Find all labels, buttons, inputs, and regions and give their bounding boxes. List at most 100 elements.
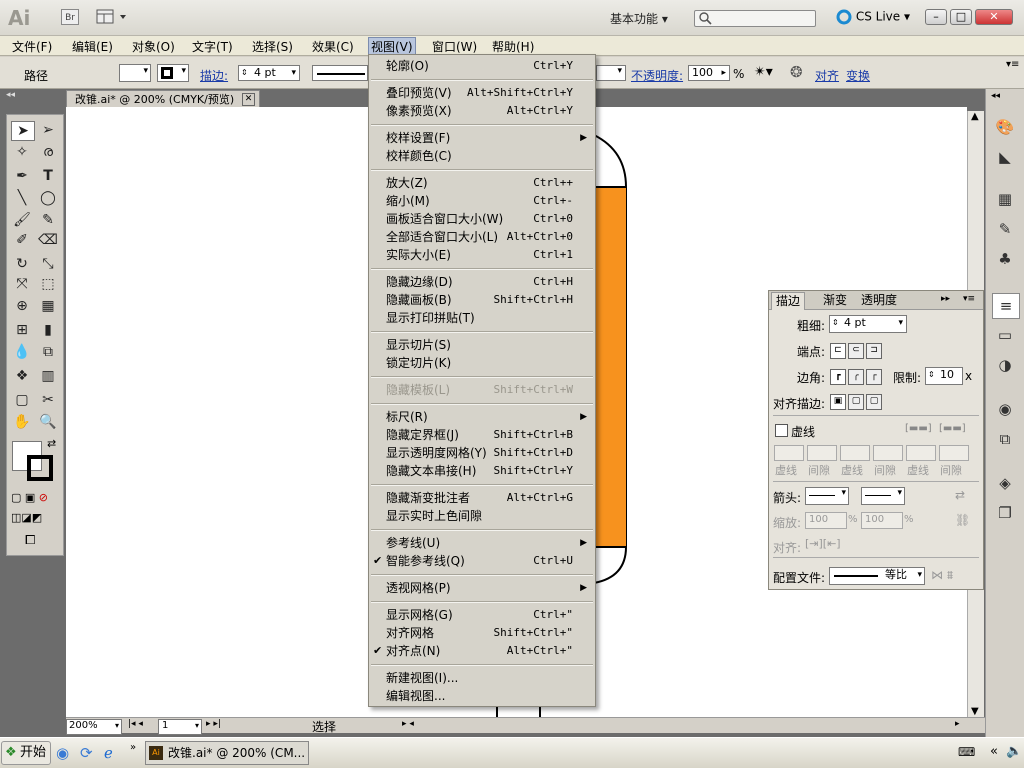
draw-mode-buttons[interactable]: ◫◪◩ — [11, 511, 61, 525]
flip-profile-icon[interactable]: ⋈ ⩩ — [931, 568, 953, 583]
page-select[interactable]: 1 ▾ — [158, 719, 202, 735]
view-menu-item[interactable]: 标尺(R) ▶ — [369, 408, 595, 426]
menu-help[interactable]: 帮助(H) — [492, 38, 534, 55]
hand-tool-icon[interactable]: ✋ — [11, 413, 33, 431]
view-menu-item[interactable]: 画板适合窗口大小(W) Ctrl+0 — [369, 210, 595, 228]
view-menu-item[interactable]: 显示切片(S) — [369, 336, 595, 354]
view-menu-item[interactable]: 叠印预览(V) Alt+Shift+Ctrl+Y — [369, 84, 595, 102]
bevel-join-button[interactable]: ┌ — [866, 369, 882, 385]
menu-select[interactable]: 选择(S) — [252, 38, 293, 55]
symbol-sprayer-tool-icon[interactable]: ❖ — [11, 367, 33, 385]
width-tool-icon[interactable]: ⤧ — [11, 275, 33, 293]
weight-input[interactable]: ⇕ 4 pt ▾ — [829, 315, 907, 333]
opacity-input[interactable]: 100 ▸ — [688, 65, 730, 81]
brushes-panel-icon[interactable]: ✎ — [992, 217, 1018, 241]
stroke-panel-icon[interactable]: ≡ — [992, 293, 1020, 319]
type-tool-icon[interactable]: T — [37, 167, 59, 185]
view-menu-item[interactable]: 对齐网格 Shift+Ctrl+" — [369, 624, 595, 642]
maximize-button[interactable]: □ — [950, 9, 972, 25]
align-center-button[interactable]: ▣ — [830, 394, 846, 410]
view-menu-item[interactable]: 参考线(U) ▶ — [369, 534, 595, 552]
chrome-icon[interactable]: ◉ — [56, 744, 69, 762]
round-cap-button[interactable]: ⊂ — [848, 343, 864, 359]
volume-icon[interactable]: 🔈 — [1006, 744, 1022, 759]
ie-icon[interactable]: ℯ — [104, 744, 113, 762]
explorer-icon[interactable]: ⟳ — [80, 744, 93, 762]
menu-file[interactable]: 文件(F) — [12, 38, 52, 55]
direct-selection-tool-icon[interactable]: ➢ — [37, 121, 59, 139]
dash-align-icon[interactable]: [▬▬] — [939, 423, 966, 434]
paintbrush-tool-icon[interactable]: 🖌 — [11, 211, 33, 229]
transparency-panel-icon[interactable]: ◑ — [992, 353, 1018, 377]
menu-type[interactable]: 文字(T) — [192, 38, 233, 55]
start-arrowhead-select[interactable]: ▾ — [805, 487, 849, 505]
last-page-icon[interactable]: ▸ ▸| — [206, 719, 221, 729]
view-menu-item[interactable]: 透视网格(P) ▶ — [369, 579, 595, 597]
view-menu-item[interactable]: 缩小(M) Ctrl+- — [369, 192, 595, 210]
view-menu-item[interactable]: 隐藏定界框(J) Shift+Ctrl+B — [369, 426, 595, 444]
pencil-tool-icon[interactable]: ✎ — [37, 211, 59, 229]
swap-colors-icon[interactable]: ⇄ — [47, 437, 56, 450]
stroke-link[interactable]: 描边: — [200, 67, 228, 84]
close-button[interactable]: ✕ — [975, 9, 1013, 25]
eraser-tool-icon[interactable]: ⌫ — [37, 231, 59, 249]
view-menu-item[interactable]: 隐藏画板(B) Shift+Ctrl+H — [369, 291, 595, 309]
swap-arrowheads-icon[interactable]: ⇄ — [955, 488, 965, 502]
panel-menu-icon[interactable]: ▾≡ — [1006, 59, 1019, 70]
tab-gradient[interactable]: 渐变 — [819, 292, 851, 309]
scale-start-input[interactable]: 100 — [805, 512, 847, 529]
selection-tool-icon[interactable]: ➤ — [11, 121, 35, 141]
align-inside-button[interactable]: ▢ — [848, 394, 864, 410]
view-menu-item[interactable]: 锁定切片(K) — [369, 354, 595, 372]
view-menu-item[interactable]: 显示打印拼贴(T) — [369, 309, 595, 327]
document-tab[interactable]: 改锥.ai* @ 200% (CMYK/预览) ✕ — [66, 90, 260, 107]
stroke-weight-input[interactable]: ⇕ 4 pt ▾ — [238, 65, 300, 81]
arrange-documents-button[interactable] — [96, 9, 130, 25]
menu-edit[interactable]: 编辑(E) — [72, 38, 113, 55]
projecting-cap-button[interactable]: ⊐ — [866, 343, 882, 359]
style-icon[interactable]: ✴▾ — [754, 64, 773, 80]
view-menu-item[interactable]: 轮廓(O) Ctrl+Y — [369, 57, 595, 75]
brush-definition[interactable]: ▾ — [596, 65, 626, 81]
view-menu-item[interactable]: 隐藏渐变批注者 Alt+Ctrl+G — [369, 489, 595, 507]
view-menu-item[interactable]: 校样设置(F) ▶ — [369, 129, 595, 147]
end-arrowhead-select[interactable]: ▾ — [861, 487, 905, 505]
menu-effect[interactable]: 效果(C) — [312, 38, 354, 55]
quicklaunch-more-icon[interactable]: » — [130, 742, 136, 753]
butt-cap-button[interactable]: ⊏ — [830, 343, 846, 359]
view-menu-item[interactable]: 编辑视图... — [369, 687, 595, 705]
transform-link[interactable]: 变换 — [846, 67, 870, 84]
ellipse-tool-icon[interactable]: ◯ — [37, 189, 59, 207]
line-tool-icon[interactable]: ╲ — [11, 189, 33, 207]
view-menu-item[interactable]: 显示网格(G) Ctrl+" — [369, 606, 595, 624]
scale-end-input[interactable]: 100 — [861, 512, 903, 529]
column-graph-tool-icon[interactable]: ▥ — [37, 367, 59, 385]
tab-stroke[interactable]: 描边 — [771, 292, 806, 310]
view-menu-item[interactable]: 像素预览(X) Alt+Ctrl+Y — [369, 102, 595, 120]
collapse-panel-icon[interactable]: ▸▸ — [941, 294, 950, 304]
start-button[interactable]: ❖ 开始 — [1, 741, 51, 765]
variable-width-profile[interactable] — [312, 65, 368, 81]
align-outside-button[interactable]: ▢ — [866, 394, 882, 410]
arrow-align-buttons[interactable]: [⇥][⇤] — [805, 537, 841, 550]
perspective-grid-tool-icon[interactable]: ▦ — [37, 297, 59, 315]
taskbar-illustrator-button[interactable]: Ai 改锥.ai* @ 200% (CM... — [145, 741, 309, 765]
rotate-tool-icon[interactable]: ↻ — [11, 255, 33, 273]
blob-brush-tool-icon[interactable]: ✐ — [11, 231, 33, 249]
stroke-swatch[interactable]: ▾ — [157, 64, 189, 82]
screen-mode-icon[interactable]: ⧠ — [25, 533, 35, 548]
search-input[interactable] — [694, 10, 816, 27]
eyedropper-tool-icon[interactable]: 💧 — [11, 343, 33, 361]
artboards-panel-icon[interactable]: ❐ — [992, 501, 1018, 525]
view-menu-item[interactable]: 显示实时上色间隙 — [369, 507, 595, 525]
close-tab-icon[interactable]: ✕ — [242, 93, 255, 106]
link-scale-icon[interactable]: ⛓ — [955, 513, 970, 527]
cs-live-menu[interactable]: CS Live ▾ — [836, 9, 910, 25]
limit-input[interactable]: ⇕ 10 — [925, 367, 963, 385]
fill-swatch[interactable]: ▾ — [119, 64, 151, 82]
stroke-color-swatch[interactable] — [27, 455, 53, 481]
layers-panel-icon[interactable]: ◈ — [992, 471, 1018, 495]
minimize-button[interactable]: – — [925, 9, 947, 25]
zoom-select[interactable]: 200% ▾ — [66, 719, 122, 735]
first-page-icon[interactable]: |◂ ◂ — [128, 719, 143, 729]
